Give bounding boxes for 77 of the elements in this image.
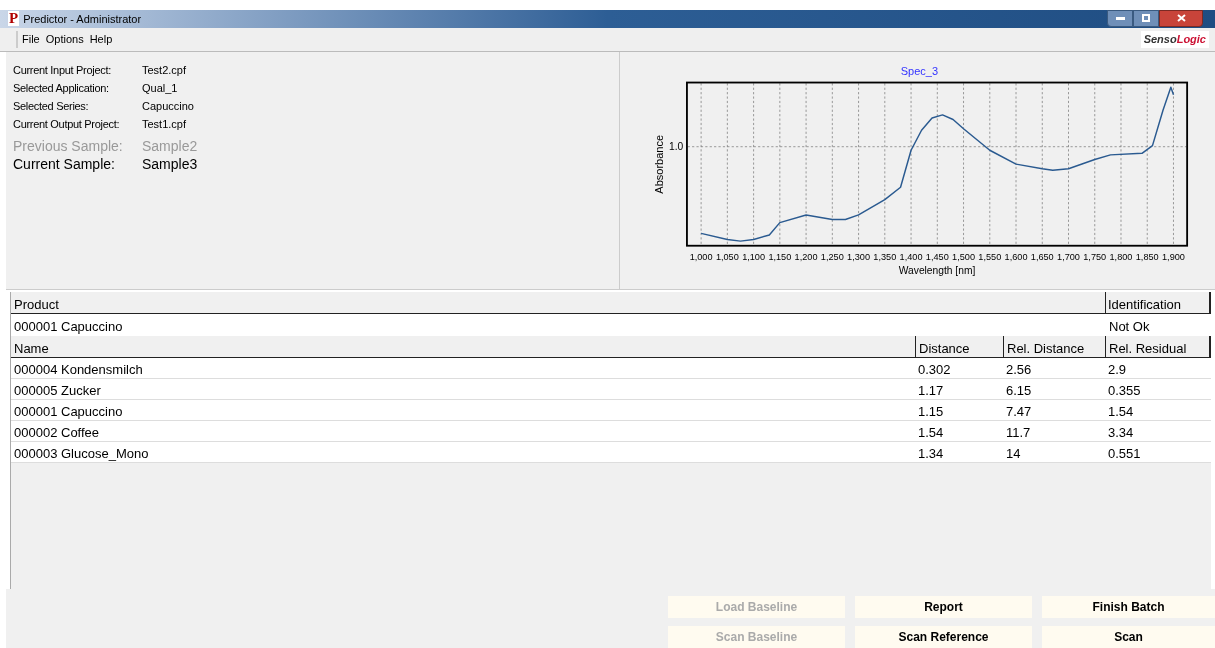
table-cell-text: 1.17	[917, 381, 945, 399]
x-tick-label: 1,250	[820, 252, 844, 263]
table-cell-text: 0.302	[917, 360, 952, 378]
x-tick-label: 1,600	[1004, 252, 1028, 263]
table-cell-text: 14	[1005, 444, 1022, 462]
table-cell-text: 1.54	[1107, 402, 1135, 420]
info-value: Qual_1	[142, 80, 178, 96]
action-button[interactable]: Scan	[1042, 626, 1215, 648]
x-tick-label: 1,900	[1162, 252, 1185, 263]
x-tick-label: 1,000	[689, 252, 713, 263]
x-tick-label: 1,450	[925, 252, 949, 263]
table-cell-text: 11.7	[1005, 423, 1032, 441]
chart-title: Spec_3	[900, 65, 939, 78]
column-header: Product	[13, 295, 60, 313]
column-header: Rel. Distance	[1003, 335, 1105, 357]
column-header: Distance	[915, 335, 1003, 357]
table-cell-text: 3.34	[1107, 423, 1135, 441]
x-tick-label: 1,150	[768, 252, 792, 263]
table-cell-text: 0.551	[1107, 444, 1142, 462]
table-cell-text: 1.34	[917, 444, 945, 462]
info-label: Current Input Project:	[13, 62, 112, 78]
table-cell-text: 6.15	[1005, 381, 1033, 399]
x-tick-label: 1,200	[794, 252, 818, 263]
x-tick-label: 1,100	[742, 252, 766, 263]
sample-value: Sample2	[142, 136, 198, 154]
column-header: Name	[13, 339, 50, 357]
x-tick-label: 1,300	[847, 252, 871, 263]
close-icon	[1176, 14, 1186, 23]
x-axis-label: Wavelength [nm]	[898, 265, 976, 277]
brand-logo: SensoLogic	[1140, 31, 1209, 48]
menu-item[interactable]: Options	[45, 31, 84, 48]
app-icon: P	[8, 11, 20, 27]
table-cell-text: 000002 Coffee	[13, 423, 101, 441]
info-label: Selected Series:	[13, 98, 90, 114]
x-tick-label: 1,750	[1083, 252, 1107, 263]
action-button[interactable]: Scan Reference	[855, 626, 1032, 648]
y-tick-label: 1.0	[669, 141, 684, 153]
minimize-button[interactable]	[1107, 10, 1133, 27]
info-label: Current Output Project:	[13, 116, 121, 132]
table-cell-text: 7.47	[1005, 402, 1033, 420]
y-axis-label: Absorbance	[652, 134, 665, 194]
table-cell-text: 2.9	[1107, 360, 1128, 378]
x-tick-label: 1,350	[873, 252, 897, 263]
info-value: Capuccino	[142, 98, 194, 114]
info-value: Test1.cpf	[142, 116, 187, 132]
window-title: Predictor - Administrator	[23, 11, 142, 27]
action-button[interactable]: Finish Batch	[1042, 596, 1215, 618]
close-button[interactable]	[1159, 10, 1203, 27]
column-header: Rel. Residual	[1105, 335, 1211, 357]
x-tick-label: 1,500	[952, 252, 975, 263]
x-tick-label: 1,800	[1109, 252, 1133, 263]
sample-label: Previous Sample:	[13, 136, 124, 154]
column-header: Identification	[1105, 291, 1211, 313]
table-cell-text: Not Ok	[1108, 317, 1151, 336]
sample-label: Current Sample:	[13, 154, 116, 172]
x-tick-label: 1,850	[1135, 252, 1159, 263]
table-cell-text: 1.54	[917, 423, 945, 441]
menu-item[interactable]: Help	[89, 31, 113, 48]
info-value: Test2.cpf	[142, 62, 187, 78]
x-tick-label: 1,050	[715, 252, 739, 263]
x-tick-label: 1,700	[1057, 252, 1080, 263]
table-cell-text: 000003 Glucose_Mono	[13, 444, 150, 462]
x-tick-label: 1,650	[1030, 252, 1054, 263]
table-cell-text: 2.56	[1005, 360, 1033, 378]
table-cell-text: 0.355	[1107, 381, 1142, 399]
table-cell-text: 000004 Kondensmilch	[13, 360, 144, 378]
table-cell-text: 000001 Capuccino	[13, 317, 124, 336]
x-tick-label: 1,400	[899, 252, 923, 263]
maximize-button[interactable]	[1133, 10, 1159, 27]
info-label: Selected Application:	[13, 80, 110, 96]
table-cell-text: 000001 Capuccino	[13, 402, 124, 420]
table-cell-text: 1.15	[917, 402, 945, 420]
table-cell-text: 000005 Zucker	[13, 381, 102, 399]
menu-item[interactable]: File	[22, 31, 40, 48]
action-button[interactable]: Report	[855, 596, 1032, 618]
sample-value: Sample3	[142, 154, 198, 172]
x-tick-label: 1,550	[978, 252, 1002, 263]
